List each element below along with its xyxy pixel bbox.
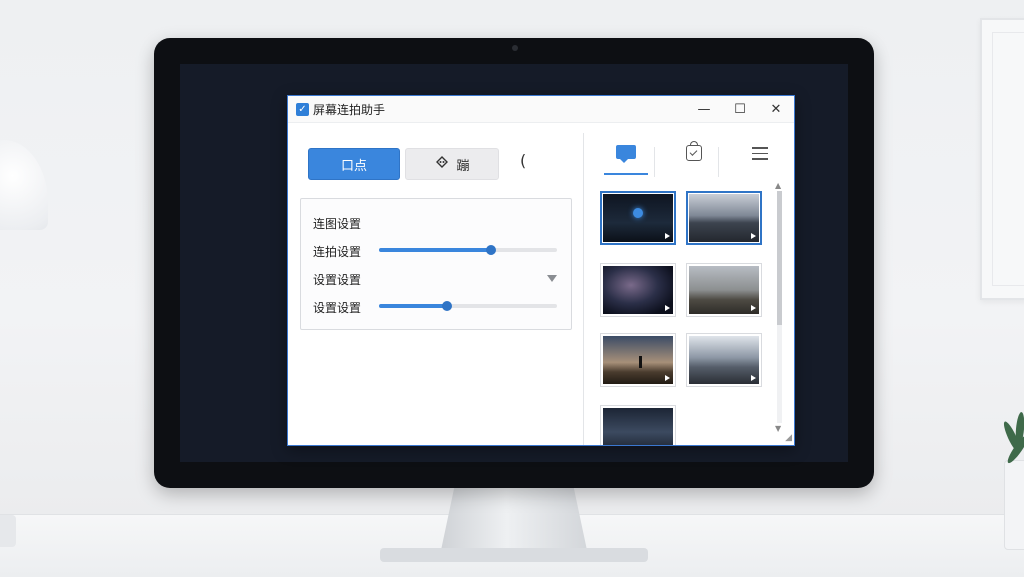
thumbnail[interactable]: [600, 191, 676, 245]
thumbnail[interactable]: [600, 333, 676, 387]
capture-point-button[interactable]: 口点: [308, 148, 400, 180]
monitor: ✓ 屏幕连拍助手 — ☐ ✕ 口点 蹦 (连图设置 连拍设置 设置设置 设置设…: [154, 38, 874, 488]
slider-fill: [379, 248, 492, 252]
checkbox-app-icon: ✓: [296, 102, 309, 116]
thumbnail-image: [603, 408, 673, 445]
bag-check-icon: [686, 141, 702, 161]
settings-group: 连图设置 连拍设置 设置设置 设置设置: [300, 198, 572, 330]
resize-grip-icon[interactable]: ◢: [785, 433, 792, 443]
secondary-button-label: 蹦: [456, 158, 470, 174]
lamp-shade: [0, 140, 48, 230]
chat-icon: [616, 145, 636, 163]
tab-bar: [584, 123, 794, 179]
play-icon: [665, 375, 670, 381]
settings-slider[interactable]: [379, 301, 557, 311]
thumbnail[interactable]: [686, 263, 762, 317]
play-icon: [751, 305, 756, 311]
webcam-icon: [512, 45, 518, 51]
thumbnail-image: [689, 266, 759, 314]
setting-label: 连拍设置: [313, 245, 362, 259]
gallery-scrollbar[interactable]: ▲ ▼: [774, 181, 784, 433]
dropdown-arrow-icon[interactable]: [547, 275, 557, 282]
monitor-stand: [440, 485, 588, 555]
paren-glyph: (: [520, 151, 527, 170]
thumbnail-image: [603, 194, 673, 242]
minimize-button[interactable]: —: [686, 102, 722, 117]
close-button[interactable]: ✕: [758, 102, 794, 117]
left-panel: 口点 蹦 ( 连图设置 连拍设置 设置设置 设置设置: [288, 123, 583, 445]
plant-pot: [1004, 460, 1024, 550]
setting-label: 连图设置: [313, 217, 362, 231]
menu-icon: [752, 147, 768, 164]
screen: ✓ 屏幕连拍助手 — ☐ ✕ 口点 蹦 (连图设置 连拍设置 设置设置 设置设…: [180, 64, 848, 462]
maximize-button[interactable]: ☐: [722, 102, 758, 117]
slider-handle[interactable]: [441, 301, 452, 311]
slider-fill: [379, 304, 447, 308]
thumbnail-image: [603, 266, 673, 314]
play-icon: [665, 305, 670, 311]
tab-separator: [718, 147, 719, 177]
tab-messages[interactable]: [596, 143, 656, 175]
tab-menu[interactable]: [730, 143, 790, 175]
play-icon: [751, 233, 756, 239]
app-window: ✓ 屏幕连拍助手 — ☐ ✕ 口点 蹦 (连图设置 连拍设置 设置设置 设置设…: [287, 95, 795, 446]
window-title: 屏幕连拍助手: [313, 102, 386, 117]
title-bar[interactable]: ✓ 屏幕连拍助手 — ☐ ✕: [288, 96, 794, 123]
thumbnail-image: [689, 336, 759, 384]
setting-label: 设置设置: [313, 273, 362, 287]
secondary-action-button[interactable]: 蹦: [405, 148, 499, 180]
primary-button-label: 口点: [340, 158, 367, 174]
emoji-face-icon: [434, 155, 450, 173]
tab-separator: [654, 147, 655, 177]
play-icon: [751, 375, 756, 381]
thumbnail-image: [689, 194, 759, 242]
setting-label: 设置设置: [313, 301, 362, 315]
play-icon: [665, 233, 670, 239]
thumbnail[interactable]: [600, 405, 676, 445]
thumbnail-gallery: [594, 191, 770, 445]
scrollbar-thumb[interactable]: [777, 191, 782, 325]
scroll-up-icon[interactable]: ▲: [775, 181, 781, 190]
slider-handle[interactable]: [486, 245, 497, 255]
thumbnail[interactable]: [686, 333, 762, 387]
thumbnail[interactable]: [600, 263, 676, 317]
burst-slider[interactable]: [379, 245, 557, 255]
tab-tasks[interactable]: [664, 141, 724, 175]
wall-picture-frame: [980, 18, 1024, 300]
thumbnail-image: [603, 336, 673, 384]
scroll-down-icon[interactable]: ▼: [775, 424, 781, 433]
right-panel: ▲ ▼ ◢: [584, 123, 794, 445]
thumbnail[interactable]: [686, 191, 762, 245]
lamp-base: [0, 515, 16, 547]
monitor-stand-foot: [380, 548, 648, 562]
